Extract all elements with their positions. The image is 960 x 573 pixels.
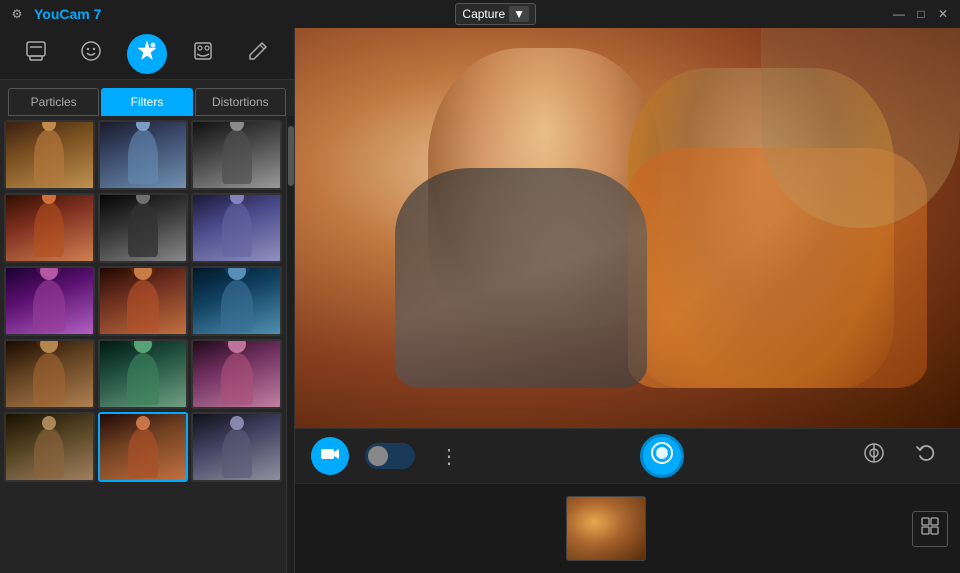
- filter-item[interactable]: [4, 120, 95, 190]
- content-area: ⋮: [295, 28, 960, 573]
- bottom-controls: ⋮: [295, 428, 960, 483]
- filter-grid-wrap: [0, 116, 286, 573]
- filter-item[interactable]: [98, 266, 189, 336]
- flip-button[interactable]: [856, 438, 892, 474]
- grid-icon: [921, 517, 939, 540]
- gear-icon: ⚙: [12, 7, 23, 21]
- effects-star-icon: [135, 39, 159, 69]
- tab-filters[interactable]: Filters: [101, 88, 192, 116]
- paint-button[interactable]: [238, 34, 278, 74]
- capture-dropdown[interactable]: Capture ▼: [455, 3, 536, 25]
- filter-item[interactable]: [191, 339, 282, 409]
- stickers-button[interactable]: [16, 34, 56, 74]
- camera-toggle-button[interactable]: [311, 437, 349, 475]
- main-layout: Particles Filters Distortions: [0, 28, 960, 573]
- filter-row: [4, 193, 282, 263]
- filter-item[interactable]: [4, 266, 95, 336]
- sidebar-content: [0, 116, 294, 573]
- filter-item[interactable]: [98, 339, 189, 409]
- sidebar-icons: [0, 28, 294, 80]
- emoji-face-icon: [80, 40, 102, 68]
- paint-pencil-icon: [247, 40, 269, 68]
- doodle-icon: [192, 40, 214, 68]
- filter-tabs: Particles Filters Distortions: [0, 80, 294, 116]
- flip-icon: [863, 442, 885, 470]
- filter-item[interactable]: [191, 266, 282, 336]
- filmstrip: [295, 483, 960, 573]
- tab-distortions[interactable]: Distortions: [195, 88, 286, 116]
- filter-item[interactable]: [98, 120, 189, 190]
- tab-particles[interactable]: Particles: [8, 88, 99, 116]
- title-bar: ⚙ YouCam 7 Capture ▼ — □ ✕: [0, 0, 960, 28]
- app-title: YouCam 7: [34, 6, 101, 22]
- filter-item[interactable]: [4, 193, 95, 263]
- filmstrip-thumbnail[interactable]: [566, 496, 646, 561]
- shutter-button[interactable]: [640, 434, 684, 478]
- dropdown-arrow-icon: ▼: [509, 6, 529, 22]
- undo-button[interactable]: [908, 438, 944, 474]
- filter-grid: [0, 116, 286, 573]
- filter-item-selected[interactable]: [98, 412, 189, 482]
- filter-row: [4, 266, 282, 336]
- filter-item[interactable]: [4, 339, 95, 409]
- more-options-button[interactable]: ⋮: [431, 440, 467, 473]
- title-bar-left: ⚙ YouCam 7: [8, 5, 101, 23]
- scrollbar-thumb[interactable]: [288, 126, 294, 186]
- doodle-button[interactable]: [183, 34, 223, 74]
- filter-row: [4, 339, 282, 409]
- capture-label: Capture: [462, 7, 505, 21]
- scrollbar[interactable]: [286, 116, 294, 573]
- couple-photo: [295, 28, 960, 428]
- maximize-button[interactable]: □: [912, 5, 930, 23]
- filter-item[interactable]: [191, 193, 282, 263]
- filter-item[interactable]: [98, 193, 189, 263]
- record-toggle[interactable]: [365, 443, 415, 469]
- undo-icon: [915, 442, 937, 470]
- filter-item[interactable]: [191, 412, 282, 482]
- filter-item[interactable]: [4, 412, 95, 482]
- effects-button[interactable]: [127, 34, 167, 74]
- minimize-button[interactable]: —: [890, 5, 908, 23]
- camera-icon: [321, 447, 339, 466]
- emoji-button[interactable]: [71, 34, 111, 74]
- filter-row: [4, 120, 282, 190]
- sidebar: Particles Filters Distortions: [0, 28, 295, 573]
- video-preview: [295, 28, 960, 428]
- settings-button[interactable]: ⚙: [8, 5, 26, 23]
- close-button[interactable]: ✕: [934, 5, 952, 23]
- filter-row: [4, 412, 282, 482]
- grid-view-button[interactable]: [912, 511, 948, 547]
- window-controls: — □ ✕: [890, 5, 952, 23]
- filter-item[interactable]: [191, 120, 282, 190]
- sticker-icon: [25, 40, 47, 68]
- shutter-icon: [650, 441, 674, 471]
- thumbnail-image: [567, 497, 645, 560]
